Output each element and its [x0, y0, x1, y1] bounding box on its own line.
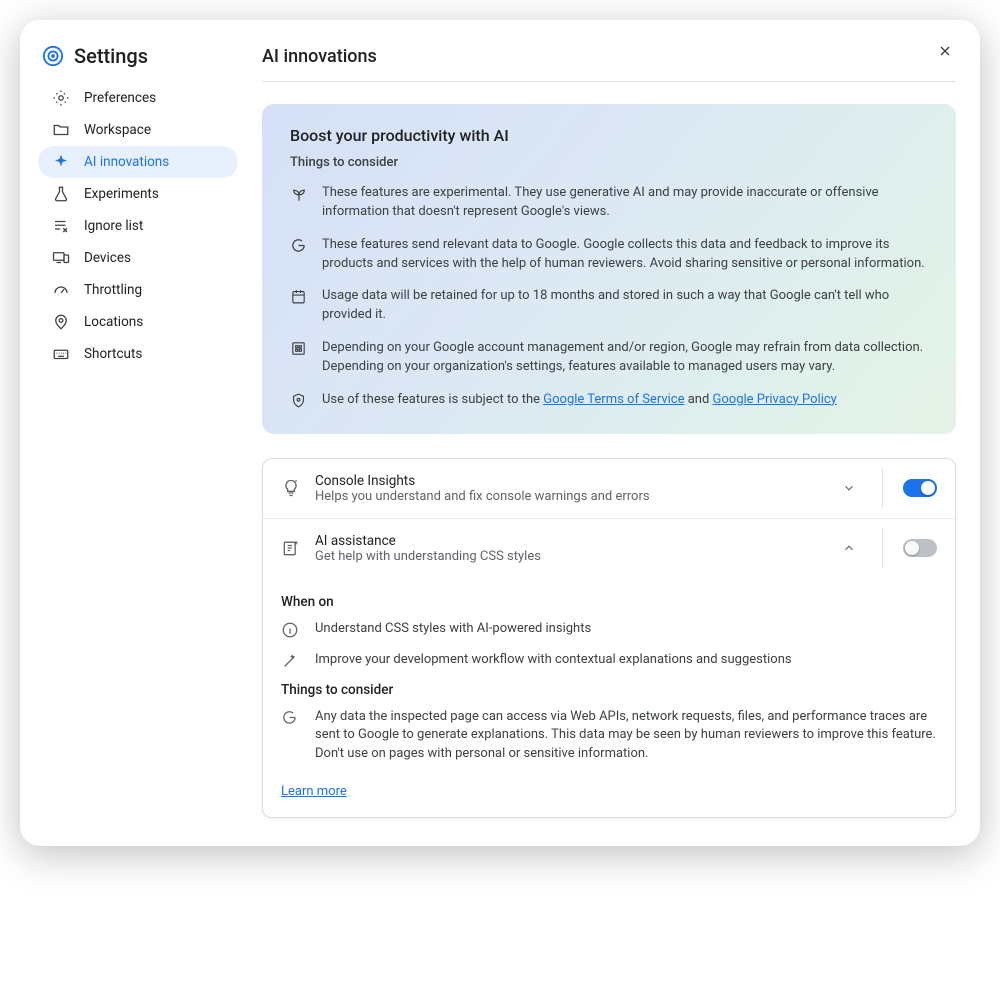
toggle-console-insights[interactable] — [903, 479, 937, 497]
sidebar-item-throttling[interactable]: Throttling — [38, 274, 238, 306]
feature-title: AI assistance — [315, 533, 822, 549]
when-on-heading: When on — [281, 594, 937, 610]
consider-text: Any data the inspected page can access v… — [315, 708, 937, 765]
keyboard-icon — [52, 345, 70, 363]
calendar-icon — [290, 287, 308, 325]
sidebar-item-ignore-list[interactable]: Ignore list — [38, 210, 238, 242]
close-icon — [937, 43, 953, 59]
ai-assistance-details: When on Understand CSS styles with AI-po… — [263, 578, 955, 818]
sidebar-item-label: AI innovations — [84, 154, 169, 170]
main-content: AI innovations Boost your productivity w… — [262, 38, 956, 818]
sidebar-item-label: Preferences — [84, 90, 156, 106]
privacy-policy-link[interactable]: Google Privacy Policy — [713, 392, 837, 407]
gauge-icon — [52, 281, 70, 299]
banner-item-retention: Usage data will be retained for up to 18… — [290, 287, 928, 325]
banner-item-experimental: These features are experimental. They us… — [290, 184, 928, 222]
toggle-ai-assistance[interactable] — [903, 539, 937, 557]
close-button[interactable] — [930, 36, 960, 66]
settings-title: Settings — [74, 44, 148, 68]
banner-item-text: Usage data will be retained for up to 18… — [322, 287, 928, 325]
sidebar-item-workspace[interactable]: Workspace — [38, 114, 238, 146]
settings-window: Settings Preferences Workspace AI innova… — [20, 20, 980, 846]
sidebar-item-ai-innovations[interactable]: AI innovations — [38, 146, 238, 178]
learn-more-link[interactable]: Learn more — [281, 784, 347, 799]
enterprise-icon — [290, 339, 308, 377]
folder-icon — [52, 121, 70, 139]
sidebar-item-label: Workspace — [84, 122, 151, 138]
terms-of-service-link[interactable]: Google Terms of Service — [543, 392, 684, 407]
feature-subtitle: Get help with understanding CSS styles — [315, 549, 822, 564]
sidebar-item-label: Locations — [84, 314, 143, 330]
sidebar-item-devices[interactable]: Devices — [38, 242, 238, 274]
seedling-icon — [290, 184, 308, 222]
devices-icon — [52, 249, 70, 267]
sidebar-item-preferences[interactable]: Preferences — [38, 82, 238, 114]
location-icon — [52, 313, 70, 331]
sidebar-list: Preferences Workspace AI innovations Exp… — [38, 82, 238, 370]
banner-item-text: Use of these features is subject to the … — [322, 391, 837, 410]
settings-header: Settings — [42, 44, 234, 68]
feature-row-console-insights: Console Insights Helps you understand an… — [263, 459, 955, 518]
banner-item-text: These features send relevant data to Goo… — [322, 236, 928, 274]
consider-item: Any data the inspected page can access v… — [281, 708, 937, 765]
sparkle-icon — [52, 153, 70, 171]
banner-list: These features are experimental. They us… — [290, 184, 928, 410]
banner-title: Boost your productivity with AI — [290, 126, 928, 145]
ignore-list-icon — [52, 217, 70, 235]
when-on-item: Improve your development workflow with c… — [281, 651, 937, 670]
when-on-text: Improve your development workflow with c… — [315, 651, 792, 670]
sidebar-item-label: Throttling — [84, 282, 142, 298]
google-g-icon — [290, 236, 308, 274]
settings-logo-icon — [42, 45, 64, 67]
consider-heading: Things to consider — [281, 682, 937, 698]
feature-title: Console Insights — [315, 473, 822, 489]
info-icon — [281, 620, 299, 639]
banner-item-account: Depending on your Google account managem… — [290, 339, 928, 377]
chevron-up-icon — [842, 541, 856, 555]
banner-item-text: Depending on your Google account managem… — [322, 339, 928, 377]
feature-row-ai-assistance: AI assistance Get help with understandin… — [263, 518, 955, 578]
lightbulb-icon — [281, 478, 301, 498]
banner-item-data: These features send relevant data to Goo… — [290, 236, 928, 274]
feature-subtitle: Helps you understand and fix console war… — [315, 489, 822, 504]
sidebar-item-label: Devices — [84, 250, 131, 266]
banner-item-terms: Use of these features is subject to the … — [290, 391, 928, 410]
collapse-button-ai-assistance[interactable] — [836, 541, 862, 555]
banner-subtitle: Things to consider — [290, 155, 928, 170]
sidebar-item-label: Experiments — [84, 186, 159, 202]
sidebar-item-shortcuts[interactable]: Shortcuts — [38, 338, 238, 370]
banner-item-text: These features are experimental. They us… — [322, 184, 928, 222]
expand-button-console-insights[interactable] — [836, 481, 862, 495]
sidebar-item-locations[interactable]: Locations — [38, 306, 238, 338]
shield-icon — [290, 391, 308, 410]
gear-icon — [52, 89, 70, 107]
when-on-text: Understand CSS styles with AI-powered in… — [315, 620, 591, 639]
page-title: AI innovations — [262, 38, 956, 82]
ai-banner: Boost your productivity with AI Things t… — [262, 104, 956, 434]
sidebar-item-label: Shortcuts — [84, 346, 142, 362]
sidebar-item-label: Ignore list — [84, 218, 143, 234]
when-on-item: Understand CSS styles with AI-powered in… — [281, 620, 937, 639]
wand-icon — [281, 651, 299, 670]
google-g-icon — [281, 708, 299, 726]
sidebar: Settings Preferences Workspace AI innova… — [38, 38, 238, 818]
row-divider — [882, 529, 883, 568]
chevron-down-icon — [842, 481, 856, 495]
features-card: Console Insights Helps you understand an… — [262, 458, 956, 819]
sidebar-item-experiments[interactable]: Experiments — [38, 178, 238, 210]
row-divider — [882, 469, 883, 508]
ai-assistance-icon — [281, 538, 301, 558]
flask-icon — [52, 185, 70, 203]
